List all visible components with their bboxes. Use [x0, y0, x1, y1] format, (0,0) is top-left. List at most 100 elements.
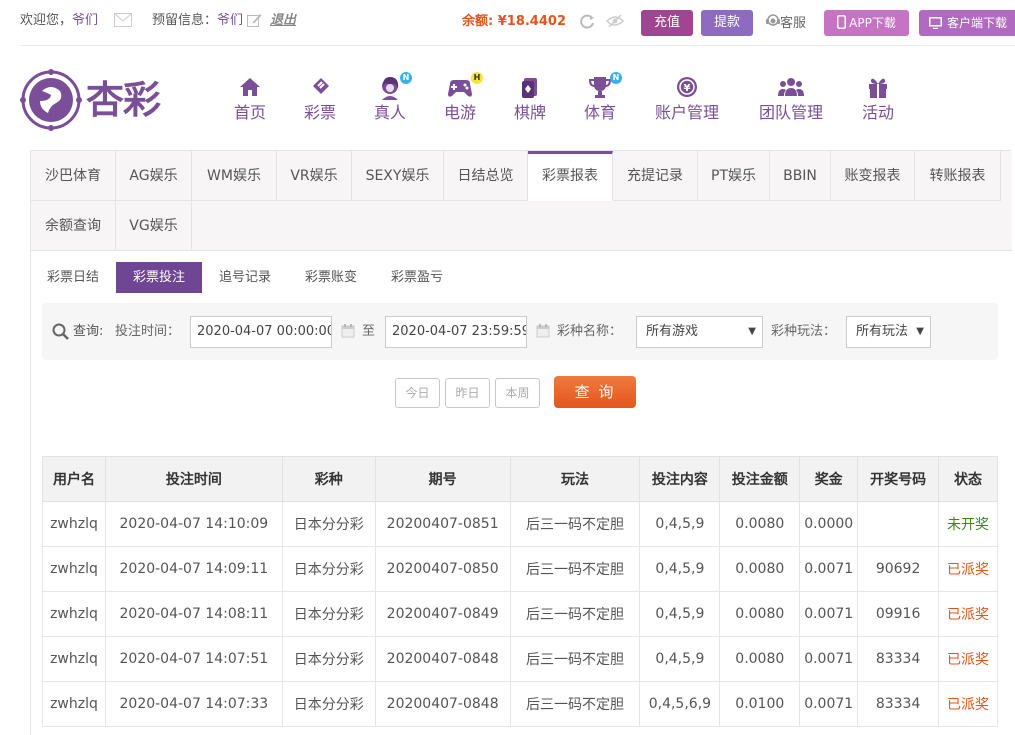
- query-label: 查询:: [73, 324, 104, 339]
- cell-lottery: 日本分分彩: [281, 591, 376, 637]
- tab-sexy[interactable]: SEXY娱乐: [352, 151, 444, 201]
- col-header-lottery: 彩种: [281, 456, 376, 502]
- play-type-select[interactable]: 所有玩法 ▼: [846, 316, 931, 348]
- tab-account-change[interactable]: 账变报表: [831, 151, 915, 201]
- tab-deposit-withdraw[interactable]: 充提记录: [613, 151, 698, 201]
- subtab-lottery-changes[interactable]: 彩票账变: [298, 262, 364, 293]
- calendar-icon[interactable]: [341, 324, 355, 338]
- table-row[interactable]: zwhzlq 2020-04-07 14:07:51 日本分分彩 2020040…: [42, 636, 998, 682]
- client-download-button[interactable]: 客户端下载: [919, 10, 1015, 36]
- game-select[interactable]: 所有游戏 ▼: [636, 316, 763, 348]
- cards-icon: [508, 74, 552, 102]
- tab-saba-sports[interactable]: 沙巴体育: [31, 151, 116, 201]
- cell-bet-content: 0,4,5,6,9: [639, 681, 721, 727]
- service-label: 客服: [780, 16, 807, 31]
- site-logo[interactable]: 杏彩: [20, 69, 175, 131]
- subtab-lottery-daily[interactable]: 彩票日结: [42, 262, 104, 293]
- svg-text:¥: ¥: [684, 83, 691, 94]
- cell-bet-time: 2020-04-07 14:07:51: [104, 636, 283, 682]
- nav-account[interactable]: ¥ 账户管理: [652, 74, 722, 124]
- cell-issue: 20200407-0848: [374, 681, 511, 727]
- cell-bet-time: 2020-04-07 14:07:33: [104, 681, 283, 727]
- service-icon: [766, 14, 780, 35]
- table-row[interactable]: zwhzlq 2020-04-07 14:08:11 日本分分彩 2020040…: [42, 591, 998, 637]
- tab-wm[interactable]: WM娱乐: [192, 151, 277, 201]
- tab-transfer-report[interactable]: 转账报表: [915, 151, 1001, 201]
- subtab-chase-records[interactable]: 追号记录: [212, 262, 278, 293]
- cell-draw-number: [857, 501, 939, 547]
- nav-sports-badge: N: [610, 72, 622, 84]
- logout-link[interactable]: 退出: [270, 12, 296, 30]
- cell-play: 后三一码不定胆: [509, 546, 641, 592]
- nav-live-label: 真人: [373, 103, 406, 122]
- nav-live[interactable]: N 真人: [368, 72, 412, 124]
- tab-balance-query[interactable]: 余额查询: [31, 201, 116, 251]
- nav-home[interactable]: 首页: [228, 74, 272, 124]
- tab-vr[interactable]: VR娱乐: [277, 151, 352, 201]
- subtab-lottery-profit[interactable]: 彩票盈亏: [384, 262, 450, 293]
- table-row[interactable]: zwhzlq 2020-04-07 14:10:09 日本分分彩 2020040…: [42, 501, 998, 547]
- tab-pt[interactable]: PT娱乐: [698, 151, 770, 201]
- cell-username: zwhzlq: [42, 546, 106, 592]
- chevron-down-icon: ▼: [916, 326, 924, 337]
- customer-service-link[interactable]: 客服: [766, 14, 806, 35]
- calendar-icon[interactable]: [536, 324, 550, 338]
- cell-bet-time: 2020-04-07 14:09:11: [104, 546, 283, 592]
- cell-username: zwhzlq: [42, 636, 106, 682]
- bet-time-label: 投注时间：: [115, 324, 181, 339]
- nav-chess[interactable]: 棋牌: [508, 74, 552, 124]
- table-header-row: 用户名 投注时间 彩种 期号 玩法 投注内容 投注金额 奖金 开奖号码 状态: [42, 456, 998, 502]
- edit-icon[interactable]: [247, 13, 262, 33]
- app-download-button[interactable]: APP下载: [824, 10, 909, 36]
- cell-prize: 0.0071: [799, 681, 859, 727]
- this-week-button[interactable]: 本周: [495, 378, 540, 408]
- nav-promotions[interactable]: 活动: [856, 74, 900, 124]
- nav-team[interactable]: 团队管理: [755, 74, 827, 124]
- nav-lottery[interactable]: 彩票: [298, 74, 342, 124]
- cell-bet-time: 2020-04-07 14:10:09: [104, 501, 283, 547]
- search-button[interactable]: 查 询: [554, 376, 636, 408]
- reserved-info: 预留信息：爷们: [152, 12, 243, 30]
- tab-ag[interactable]: AG娱乐: [116, 151, 192, 201]
- welcome-label: 欢迎您，: [20, 13, 73, 28]
- col-header-prize: 奖金: [799, 456, 859, 502]
- yesterday-button[interactable]: 昨日: [445, 378, 490, 408]
- nav-sports[interactable]: N 体育: [578, 72, 622, 124]
- tab-daily-overview[interactable]: 日结总览: [444, 151, 528, 201]
- tab-lottery-report[interactable]: 彩票报表: [528, 151, 613, 201]
- client-download-label: 客户端下载: [947, 16, 1008, 30]
- col-header-draw-number: 开奖号码: [857, 456, 939, 502]
- end-time-input[interactable]: 2020-04-07 23:59:59: [385, 316, 527, 348]
- cell-lottery: 日本分分彩: [281, 636, 376, 682]
- table-row[interactable]: zwhzlq 2020-04-07 14:07:33 日本分分彩 2020040…: [42, 681, 998, 727]
- cell-status: 已派奖: [938, 636, 998, 682]
- col-header-issue: 期号: [374, 456, 511, 502]
- cell-lottery: 日本分分彩: [281, 546, 376, 592]
- balance: 余额: ¥18.4402: [462, 13, 566, 31]
- table-row[interactable]: zwhzlq 2020-04-07 14:09:11 日本分分彩 2020040…: [42, 546, 998, 592]
- withdraw-button[interactable]: 提款: [701, 10, 753, 36]
- balance-label: 余额:: [462, 14, 494, 29]
- cell-status: 已派奖: [938, 546, 998, 592]
- game-select-value: 所有游戏: [646, 324, 699, 339]
- hide-eye-icon[interactable]: [605, 14, 625, 34]
- subtab-lottery-bets[interactable]: 彩票投注: [116, 262, 202, 293]
- bets-table: 用户名 投注时间 彩种 期号 玩法 投注内容 投注金额 奖金 开奖号码 状态 z…: [42, 456, 998, 727]
- cell-bet-content: 0,4,5,9: [639, 636, 721, 682]
- username-link[interactable]: 爷们: [72, 13, 98, 28]
- tab-bbin[interactable]: BBIN: [770, 151, 831, 201]
- today-button[interactable]: 今日: [395, 378, 440, 408]
- nav-slots[interactable]: H 电游: [438, 72, 483, 124]
- refresh-icon[interactable]: [578, 13, 596, 37]
- mail-icon[interactable]: [114, 13, 132, 33]
- nav-home-label: 首页: [233, 103, 266, 122]
- phone-icon: [837, 12, 847, 38]
- col-header-status: 状态: [938, 456, 998, 502]
- reserved-info-value[interactable]: 爷们: [217, 13, 243, 28]
- tab-vg[interactable]: VG娱乐: [116, 201, 192, 251]
- cell-draw-number: 09916: [857, 591, 939, 637]
- live-dealer-icon: N: [368, 72, 412, 102]
- start-time-input[interactable]: 2020-04-07 00:00:00: [190, 316, 332, 348]
- search-icon: [52, 323, 70, 345]
- deposit-button[interactable]: 充值: [641, 10, 693, 36]
